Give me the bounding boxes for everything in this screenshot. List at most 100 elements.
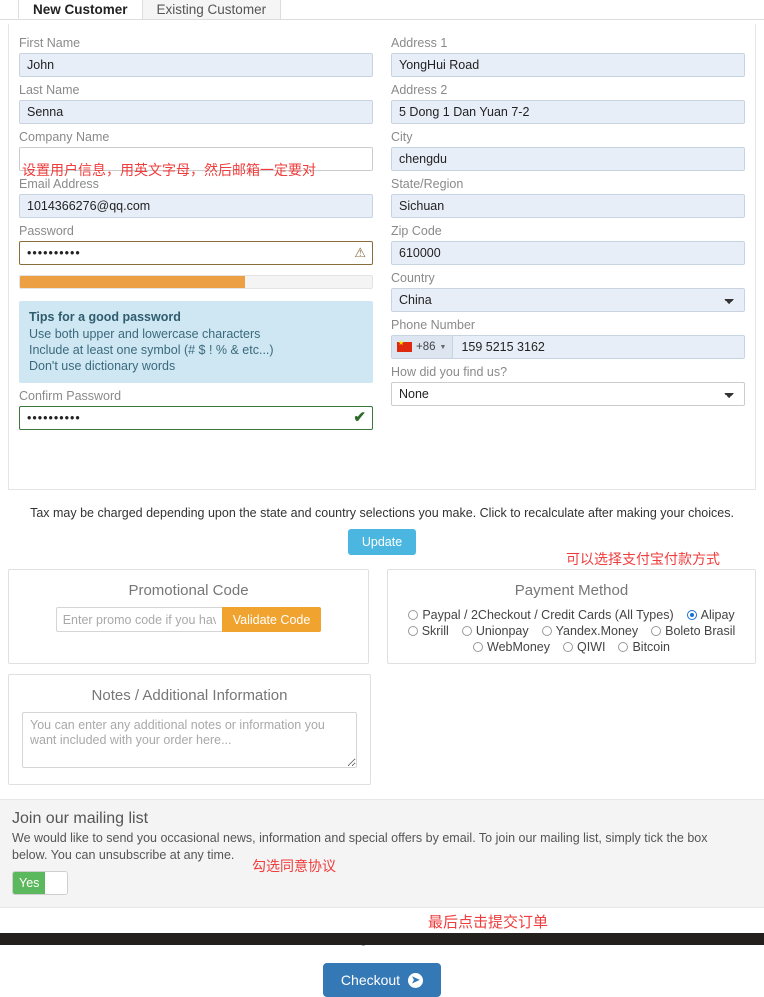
payment-row-2: Skrill Unionpay Yandex.Money Boleto Bras… — [388, 623, 755, 639]
notes-input-wrapper — [9, 712, 370, 784]
radio-skrill[interactable] — [407, 626, 418, 636]
payment-option-qiwi-label: QIWI — [577, 640, 606, 654]
payment-option-skrill[interactable]: Skrill — [407, 624, 449, 638]
update-button[interactable]: Update — [347, 529, 417, 555]
checkout-button[interactable]: Checkout ➤ — [322, 963, 442, 997]
radio-boleto-brasil[interactable] — [651, 626, 662, 636]
payment-option-qiwi[interactable]: QIWI — [563, 640, 605, 654]
address1-label: Address 1 — [391, 36, 448, 50]
password-tips-box: Tips for a good password Use both upper … — [19, 301, 373, 383]
payment-option-yandex-money-label: Yandex.Money — [555, 624, 639, 638]
first-name-label: First Name — [19, 36, 81, 50]
confirm-password-label: Confirm Password — [19, 389, 122, 403]
zip-code-input[interactable] — [391, 241, 745, 265]
payment-option-paypal-label: Paypal / 2Checkout / Credit Cards (All T… — [422, 608, 674, 622]
payment-option-boleto-brasil-label: Boleto Brasil — [665, 624, 736, 638]
radio-alipay[interactable] — [686, 610, 697, 620]
password-tip-1: Use both upper and lowercase characters — [29, 327, 261, 341]
arrow-right-icon: ➤ — [408, 972, 424, 988]
promotional-code-title: Promotional Code — [128, 582, 249, 599]
tab-new-customer-label: New Customer — [33, 2, 128, 17]
how-did-you-find-us-select[interactable]: None — [391, 382, 745, 406]
chevron-down-icon: ▼ — [439, 343, 447, 351]
password-label: Password — [19, 224, 74, 238]
phone-country-selector[interactable]: +86 ▼ — [392, 336, 454, 358]
phone-country-code: +86 — [416, 341, 436, 353]
notes-title: Notes / Additional Information — [91, 687, 288, 704]
radio-yandex-money[interactable] — [541, 626, 552, 636]
tab-existing-customer-label: Existing Customer — [156, 2, 267, 17]
checkout-row: Checkout ➤ — [0, 963, 764, 997]
confirm-password-input[interactable] — [19, 406, 373, 430]
state-region-label: State/Region — [391, 177, 464, 191]
payment-option-alipay[interactable]: Alipay — [686, 608, 735, 622]
password-input[interactable] — [19, 241, 373, 265]
country-label: Country — [391, 271, 435, 285]
password-field-wrapper: ⚠ — [19, 241, 373, 265]
mailing-list-toggle-label: Yes — [13, 872, 46, 894]
email-label: Email Address — [19, 177, 99, 191]
email-input[interactable] — [19, 194, 373, 218]
first-name-input[interactable] — [19, 53, 373, 77]
mailing-list-text: We would like to send you occasional new… — [12, 831, 708, 862]
radio-webmoney[interactable] — [473, 642, 483, 652]
payment-option-paypal[interactable]: Paypal / 2Checkout / Credit Cards (All T… — [408, 608, 674, 622]
mailing-list-toggle-knob — [45, 872, 67, 894]
address2-input[interactable] — [391, 100, 745, 124]
tab-new-customer[interactable]: New Customer — [18, 0, 143, 19]
payment-option-webmoney[interactable]: WebMoney — [473, 640, 550, 654]
payment-method-title: Payment Method — [514, 582, 629, 599]
mailing-list-toggle[interactable]: Yes — [12, 871, 68, 895]
validate-code-button[interactable]: Validate Code — [221, 607, 322, 632]
confirm-password-field-wrapper: ✔ — [19, 406, 373, 430]
payment-option-alipay-label: Alipay — [700, 608, 735, 622]
phone-number-field: +86 ▼ 159 5215 3162 — [391, 335, 745, 359]
password-tip-3: Don't use dictionary words — [29, 359, 176, 373]
company-name-label: Company Name — [19, 130, 110, 144]
payment-option-boleto-brasil[interactable]: Boleto Brasil — [651, 624, 735, 638]
mailing-list-title: Join our mailing list — [12, 810, 149, 827]
state-region-input[interactable] — [391, 194, 745, 218]
password-strength-meter — [19, 275, 373, 289]
payment-row-3: WebMoney QIWI Bitcoin — [388, 639, 755, 655]
payment-option-webmoney-label: WebMoney — [487, 640, 550, 654]
phone-number-label: Phone Number — [391, 318, 476, 332]
radio-bitcoin[interactable] — [618, 642, 629, 652]
radio-unionpay[interactable] — [461, 626, 472, 636]
china-flag-icon — [397, 339, 412, 352]
notes-textarea[interactable] — [22, 712, 357, 768]
tax-notice-section: Tax may be charged depending upon the st… — [0, 506, 764, 555]
customer-type-tabs: New Customer Existing Customer — [0, 0, 764, 20]
password-tip-2: Include at least one symbol (# $ ! % & e… — [29, 343, 274, 357]
payment-options: Paypal / 2Checkout / Credit Cards (All T… — [388, 607, 755, 655]
payment-option-unionpay[interactable]: Unionpay — [461, 624, 529, 638]
country-select[interactable]: China — [391, 288, 745, 312]
last-name-label: Last Name — [19, 83, 80, 97]
address1-input[interactable] — [391, 53, 745, 77]
radio-qiwi[interactable] — [563, 642, 573, 652]
phone-number-value[interactable]: 159 5215 3162 — [453, 336, 744, 358]
warning-triangle-icon: ⚠ — [354, 245, 366, 260]
payment-option-bitcoin-label: Bitcoin — [632, 640, 670, 654]
company-name-input[interactable] — [19, 147, 373, 171]
tab-existing-customer[interactable]: Existing Customer — [141, 0, 282, 19]
payment-option-yandex-money[interactable]: Yandex.Money — [541, 624, 639, 638]
promo-input-row: Validate Code — [9, 607, 368, 646]
promo-code-input[interactable] — [55, 607, 222, 632]
checkout-button-label: Checkout — [340, 972, 401, 988]
promotional-code-panel: Promotional Code Validate Code — [8, 569, 370, 664]
form-right-column: Address 1 Address 2 City State/Region Zi… — [391, 30, 745, 430]
last-name-input[interactable] — [19, 100, 373, 124]
how-did-you-find-us-label: How did you find us? — [391, 365, 508, 379]
password-strength-fill — [20, 276, 246, 288]
page-footer-bar — [0, 933, 764, 945]
mailing-list-section: Join our mailing list We would like to s… — [0, 799, 764, 908]
form-left-column: First Name Last Name Company Name Email … — [19, 30, 373, 430]
customer-details-form: First Name Last Name Company Name Email … — [8, 24, 756, 490]
radio-paypal[interactable] — [408, 610, 419, 620]
payment-option-bitcoin[interactable]: Bitcoin — [618, 640, 670, 654]
password-tips-title: Tips for a good password — [29, 310, 181, 324]
tax-notice-text: Tax may be charged depending upon the st… — [30, 506, 734, 520]
zip-code-label: Zip Code — [391, 224, 442, 238]
city-input[interactable] — [391, 147, 745, 171]
